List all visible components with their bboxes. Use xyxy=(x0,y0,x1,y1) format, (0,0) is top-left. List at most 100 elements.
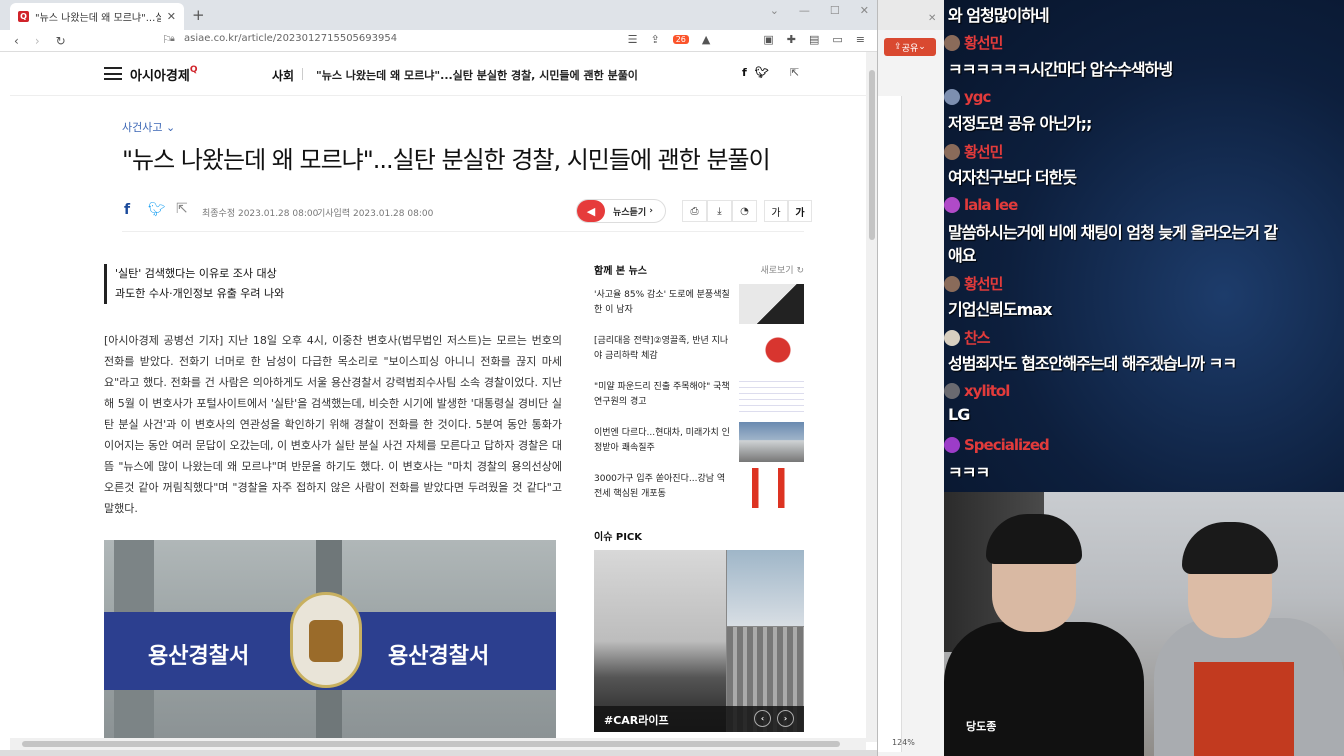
download-icon[interactable]: ⤓ xyxy=(707,200,732,222)
background-window: ✕ ⇪ 공유 ⌄ 124% xyxy=(878,0,944,756)
facebook-icon[interactable]: f xyxy=(742,66,747,79)
maximize-icon[interactable]: ☐ xyxy=(830,4,840,17)
published-date: 기사입력 2023.01.28 08:00 xyxy=(317,209,434,219)
news-thumbnail[interactable] xyxy=(739,284,804,324)
wallet-icon[interactable]: ▭ xyxy=(832,33,842,46)
extension-icon[interactable]: ▣ xyxy=(763,33,773,46)
related-news-header: 함께 본 뉴스 새로보기 ↻ xyxy=(594,262,804,278)
font-larger-button[interactable]: 가 xyxy=(788,200,812,222)
minimize-icon[interactable]: — xyxy=(799,4,810,17)
address-bar: ‹ › ↻ ⚐ 🔒︎ asiae.co.kr/article/202301271… xyxy=(0,30,877,52)
chat-nickname[interactable]: 황선민 xyxy=(944,273,1003,294)
window-controls: ⌄ — ☐ ✕ xyxy=(770,4,869,17)
summary-line: '실탄' 검색했다는 이유로 조사 대상 xyxy=(115,267,277,280)
print-icon[interactable]: ⎙ xyxy=(682,200,707,222)
news-thumbnail[interactable] xyxy=(739,468,804,508)
twitter-icon[interactable]: 🐦︎ xyxy=(755,66,769,79)
summary-line: 과도한 수사·개인정보 유출 우려 나와 xyxy=(115,287,285,300)
new-tab-button[interactable]: + xyxy=(192,6,205,24)
close-window-icon[interactable]: ✕ xyxy=(860,4,869,17)
close-icon[interactable]: ✕ xyxy=(928,13,936,24)
chat-nickname[interactable]: lala lee xyxy=(944,196,1018,214)
photo-sign-text: 용산경찰서 xyxy=(148,644,250,669)
facebook-share-icon[interactable]: f xyxy=(124,202,130,218)
chat-nickname[interactable]: 황선민 xyxy=(944,141,1003,162)
chat-avatar xyxy=(944,197,960,213)
brave-shield-icon[interactable]: 26 xyxy=(672,35,689,44)
related-news: 함께 본 뉴스 새로보기 ↻ '사고율 85% 감소' 도로에 분풍색칠한 이 … xyxy=(594,262,804,508)
chat-nickname[interactable]: 황선민 xyxy=(944,32,1003,53)
news-item[interactable]: "미얄 파운드리 진출 주목해야" 국책연구원의 경고 xyxy=(594,376,804,416)
news-thumbnail[interactable] xyxy=(739,422,804,462)
category-breadcrumb[interactable]: 사건사고 ⌄ xyxy=(122,119,175,135)
news-thumbnail[interactable] xyxy=(739,330,804,370)
article-tools: ⎙ ⤓ ◔ xyxy=(682,200,757,222)
share-icon[interactable]: ⇱ xyxy=(176,201,188,217)
site-logo[interactable]: 아시아경제Q xyxy=(130,65,197,84)
chat-avatar xyxy=(944,329,960,346)
photo-sign-text: 용산경찰서 xyxy=(388,644,490,669)
article-body: [아시아경제 공병선 기자] 지난 18일 오후 4시, 이중찬 변호사(법무법… xyxy=(104,334,562,515)
listen-news-button[interactable]: ◀ 뉴스듣기 › xyxy=(576,199,666,223)
chat-message: 저정도면 공유 아닌가;; xyxy=(948,114,1092,133)
site-info-icon[interactable]: 🔒︎ xyxy=(170,34,175,44)
shirt-text: 당도종 xyxy=(966,720,997,733)
news-item[interactable]: 이번엔 다르다...현대차, 미래가치 인정받아 쾌속질주 xyxy=(594,422,804,462)
rss-icon[interactable]: ◔ xyxy=(732,200,757,222)
chat-nickname[interactable]: Specialized xyxy=(944,436,1050,454)
chat-nickname[interactable]: ygc xyxy=(944,88,991,106)
chat-message: 말씀하시는거에 비에 채팅이 엄청 늦게 올라오는거 같 xyxy=(948,223,1278,242)
menu-icon[interactable]: ≡ xyxy=(856,33,865,46)
twitter-share-icon[interactable]: 🐦︎ xyxy=(148,202,166,218)
refresh-button[interactable]: 새로보기 ↻ xyxy=(760,263,804,276)
header-share: f 🐦︎ xyxy=(742,66,769,79)
news-item[interactable]: 3000가구 입주 쏟아진다...강남 역전세 핵심된 개포동 xyxy=(594,468,804,508)
chat-avatar xyxy=(944,383,960,399)
reader-mode-icon[interactable]: ☰ xyxy=(628,33,638,46)
divider xyxy=(302,68,303,80)
tab-search-icon[interactable]: ⌄ xyxy=(770,4,779,17)
favicon-icon: Q xyxy=(18,11,29,22)
zoom-level[interactable]: 124% xyxy=(892,738,915,747)
news-item[interactable]: [금리대응 전략]②영끌족, 반년 지나야 금리하락 체감 xyxy=(594,330,804,370)
article-summary: '실탄' 검색했다는 이유로 조사 대상 과도한 수사·개인정보 유출 우려 나… xyxy=(104,264,284,304)
url-field[interactable]: asiae.co.kr/article/2023012715505693954 xyxy=(184,33,397,44)
share-page-icon[interactable]: ⇪ xyxy=(650,33,659,46)
sidebar-icon[interactable]: ▤ xyxy=(809,33,819,46)
chat-avatar xyxy=(944,89,960,105)
chat-message: 여자친구보다 더한듯 xyxy=(948,168,1077,187)
close-tab-icon[interactable]: ✕ xyxy=(167,10,176,23)
issue-pick-heading: 이슈 PICK xyxy=(594,532,643,543)
forward-icon[interactable]: › xyxy=(35,34,40,48)
font-size-controls: 가 가 xyxy=(764,200,812,222)
chat-nickname[interactable]: xylitol xyxy=(944,382,1010,400)
issue-pick-caption[interactable]: #CAR라이프 ‹ › xyxy=(594,706,804,732)
brave-rewards-icon[interactable]: ▲ xyxy=(702,33,710,46)
header-share-icon[interactable]: ⇱ xyxy=(790,66,799,79)
chat-nickname[interactable]: 찬스 xyxy=(944,327,991,348)
chat-message: LG xyxy=(948,405,970,424)
news-item[interactable]: '사고율 85% 감소' 도로에 분풍색칠한 이 남자 xyxy=(594,284,804,324)
webpage: 아시아경제Q 사회 "뉴스 나왔는데 왜 모르냐"...실탄 분실한 경찰, 시… xyxy=(10,52,866,742)
prev-arrow-icon[interactable]: ‹ xyxy=(754,710,771,727)
chat-avatar xyxy=(944,143,960,160)
vertical-scrollbar[interactable] xyxy=(866,52,877,742)
news-thumbnail[interactable] xyxy=(739,376,804,416)
tab-article[interactable]: Q "뉴스 나왔는데 왜 모르냐"...실탄 ✕ xyxy=(10,3,184,30)
webcam-feed: 당도종 xyxy=(944,492,1344,756)
chat-message: ㅋㅋㅋ xyxy=(948,463,990,482)
issue-pick-image[interactable] xyxy=(594,550,804,732)
puzzle-icon[interactable]: ✚ xyxy=(787,33,796,46)
font-smaller-button[interactable]: 가 xyxy=(764,200,788,222)
chat-message: 기업신뢰도max xyxy=(948,300,1052,319)
back-icon[interactable]: ‹ xyxy=(14,34,19,48)
horizontal-scrollbar[interactable] xyxy=(10,738,866,750)
next-arrow-icon[interactable]: › xyxy=(777,710,794,727)
hamburger-menu-icon[interactable] xyxy=(104,67,122,80)
section-label[interactable]: 사회 xyxy=(272,67,294,84)
share-button[interactable]: ⇪ 공유 ⌄ xyxy=(884,38,936,56)
reload-icon[interactable]: ↻ xyxy=(56,34,66,48)
site-header: 아시아경제Q 사회 "뉴스 나왔는데 왜 모르냐"...실탄 분실한 경찰, 시… xyxy=(10,52,866,96)
chat-message: 애요 xyxy=(948,246,976,265)
article-meta: f 🐦︎ ⇱ 최종수정 2023.01.28 08:00 기사입력 2023.0… xyxy=(122,199,812,232)
